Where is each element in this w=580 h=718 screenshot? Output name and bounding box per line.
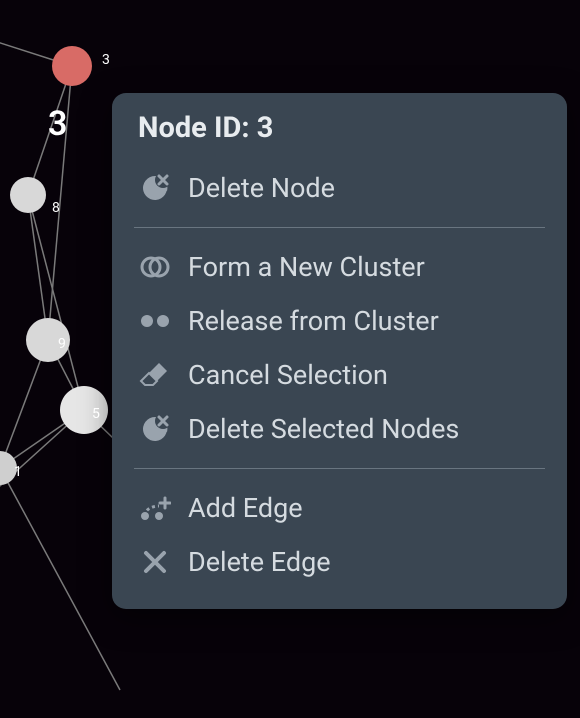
add-edge-icon <box>138 491 172 525</box>
delete-node-icon <box>138 171 172 205</box>
graph-node-label: 5 <box>92 406 100 422</box>
graph-node-3[interactable] <box>52 46 92 86</box>
menu-item-delete-node[interactable]: Delete Node <box>112 161 567 215</box>
menu-item-label: Form a New Cluster <box>188 251 541 283</box>
menu-item-delete-edge[interactable]: Delete Edge <box>112 535 567 589</box>
delete-selected-icon <box>138 412 172 446</box>
node-context-menu: Node ID: 3 Delete Node Form a New Cluste… <box>112 93 567 609</box>
menu-item-label: Add Edge <box>188 492 541 524</box>
menu-item-label: Cancel Selection <box>188 359 541 391</box>
graph-edge[interactable] <box>0 468 120 690</box>
close-icon <box>138 545 172 579</box>
graph-edge[interactable] <box>28 195 84 410</box>
graph-node-label: 1 <box>14 464 22 480</box>
graph-node-label: 3 <box>102 52 110 68</box>
menu-separator <box>134 227 545 228</box>
graph-node-label: 8 <box>52 200 60 216</box>
menu-item-release-cluster[interactable]: Release from Cluster <box>112 294 567 348</box>
graph-node-8[interactable] <box>10 177 46 213</box>
selected-node-label: 3 <box>48 104 67 144</box>
menu-separator <box>134 468 545 469</box>
menu-item-label: Delete Selected Nodes <box>188 413 541 445</box>
menu-item-label: Release from Cluster <box>188 305 541 337</box>
menu-item-add-edge[interactable]: Add Edge <box>112 481 567 535</box>
graph-node-5[interactable] <box>60 386 108 434</box>
release-cluster-icon <box>138 304 172 338</box>
eraser-icon <box>138 358 172 392</box>
graph-node-label: 9 <box>58 336 66 352</box>
menu-item-label: Delete Edge <box>188 546 541 578</box>
menu-item-form-cluster[interactable]: Form a New Cluster <box>112 240 567 294</box>
menu-title: Node ID: 3 <box>112 111 567 161</box>
menu-item-label: Delete Node <box>188 172 541 204</box>
menu-item-cancel-selection[interactable]: Cancel Selection <box>112 348 567 402</box>
form-cluster-icon <box>138 250 172 284</box>
menu-item-delete-selected[interactable]: Delete Selected Nodes <box>112 402 567 456</box>
